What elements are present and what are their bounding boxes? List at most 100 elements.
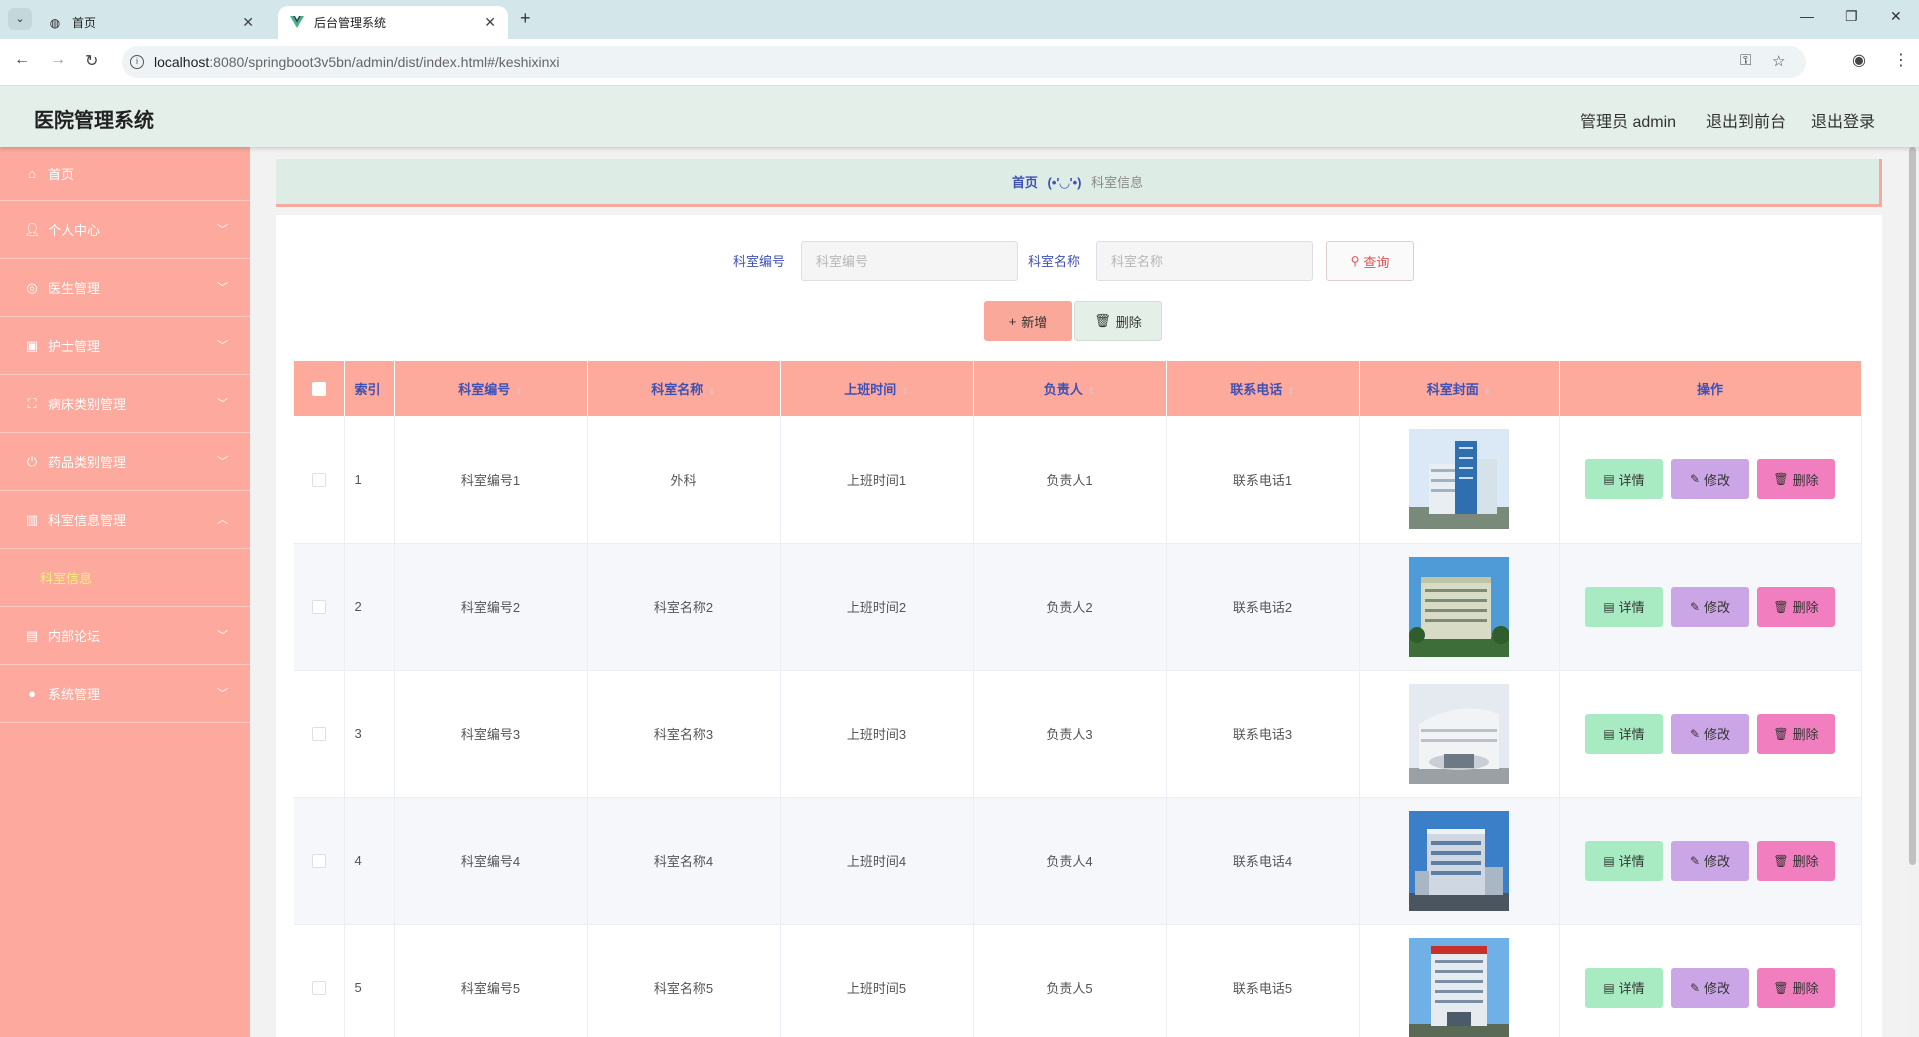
sidebar-item-home[interactable]: ⌂ 首页	[0, 147, 250, 201]
sidebar-item-bed-types[interactable]: ⛶ 病床类别管理 ﹀	[0, 375, 250, 433]
sort-icon[interactable]: ⇕	[1484, 386, 1492, 396]
delete-button[interactable]: 🗑︎ 删除	[1757, 586, 1835, 627]
home-icon: ⌂	[28, 166, 36, 181]
batch-delete-button[interactable]: 🗑︎ 删除	[1074, 301, 1162, 341]
page-scrollbar[interactable]	[1906, 147, 1919, 1037]
search-code-input[interactable]	[801, 241, 1018, 281]
row-checkbox[interactable]	[311, 727, 326, 742]
select-all-checkbox[interactable]	[311, 382, 326, 397]
address-bar[interactable]: i localhost:8080/springboot3v5bn/admin/d…	[122, 46, 1806, 78]
edit-button[interactable]: ✎ 修改	[1671, 586, 1749, 627]
close-tab-icon[interactable]: ✕	[484, 14, 496, 31]
pencil-icon: ✎	[1689, 599, 1701, 614]
bookmark-star-icon[interactable]: ☆	[1772, 52, 1785, 70]
sidebar-subitem-department-info[interactable]: 科室信息	[0, 549, 250, 607]
edit-button[interactable]: ✎ 修改	[1671, 967, 1749, 1008]
search-name-label: 科室名称	[1028, 254, 1081, 269]
password-key-icon[interactable]: ⚿	[1740, 52, 1751, 69]
breadcrumb-home[interactable]: 首页	[1012, 175, 1038, 190]
detail-button[interactable]: ▤ 详情	[1585, 459, 1663, 500]
delete-button[interactable]: 🗑︎ 删除	[1757, 459, 1835, 500]
tab-search-button[interactable]: ⌄	[8, 8, 32, 30]
back-icon[interactable]: ←	[14, 51, 30, 69]
delete-button[interactable]: 🗑︎ 删除	[1757, 713, 1835, 754]
document-icon: ▤	[1603, 599, 1615, 614]
logout-link[interactable]: 退出登录	[1811, 108, 1875, 132]
department-cover-image[interactable]	[1409, 810, 1509, 911]
search-name-input[interactable]	[1096, 241, 1313, 281]
cell-ops: ▤ 详情 ✎ 修改 🗑︎ 删除	[1559, 924, 1862, 1037]
app-header: 医院管理系统 管理员 admin 退出到前台 退出登录	[0, 86, 1919, 147]
trash-icon: 🗑︎	[1773, 726, 1789, 741]
sort-icon[interactable]: ⇕	[901, 386, 909, 396]
sidebar-item-nurses[interactable]: ▣ 护士管理 ﹀	[0, 317, 250, 375]
edit-button[interactable]: ✎ 修改	[1671, 459, 1749, 500]
row-select-cell	[294, 924, 345, 1037]
department-cover-image[interactable]	[1409, 937, 1509, 1037]
sort-icon[interactable]: ⇕	[708, 386, 716, 396]
department-cover-image[interactable]	[1409, 556, 1509, 657]
new-tab-button[interactable]: +	[520, 8, 531, 29]
scrollbar-thumb[interactable]	[1909, 147, 1916, 865]
forward-icon[interactable]: →	[50, 51, 66, 69]
column-header-head[interactable]: 负责人 ⇕	[973, 361, 1167, 416]
site-info-icon[interactable]: i	[130, 55, 144, 69]
cell-head: 负责人4	[973, 797, 1167, 925]
doctor-icon: ◎	[26, 279, 38, 295]
delete-button[interactable]: 🗑︎ 删除	[1757, 967, 1835, 1008]
edit-button[interactable]: ✎ 修改	[1671, 840, 1749, 881]
detail-button[interactable]: ▤ 详情	[1585, 586, 1663, 627]
minimize-icon[interactable]: —	[1800, 8, 1814, 24]
batch-delete-label: 删除	[1115, 314, 1142, 330]
cell-code: 科室编号2	[394, 543, 588, 671]
department-cover-image[interactable]	[1409, 683, 1509, 784]
chevron-down-icon: ﹀	[217, 282, 228, 294]
department-cover-image[interactable]	[1409, 429, 1509, 530]
sidebar-item-doctors[interactable]: ◎ 医生管理 ﹀	[0, 259, 250, 317]
chevron-up-icon: ︿	[217, 514, 228, 526]
column-header-code[interactable]: 科室编号 ⇕	[394, 361, 588, 416]
sidebar-item-profile[interactable]: 👤︎ 个人中心 ﹀	[0, 201, 250, 259]
column-header-phone[interactable]: 联系电话 ⇕	[1166, 361, 1360, 416]
restore-icon[interactable]: ❐	[1845, 8, 1858, 25]
column-header-name[interactable]: 科室名称 ⇕	[587, 361, 781, 416]
cell-phone: 联系电话2	[1166, 543, 1360, 671]
edit-button[interactable]: ✎ 修改	[1671, 713, 1749, 754]
detail-button[interactable]: ▤ 详情	[1585, 713, 1663, 754]
sidebar-item-drug-types[interactable]: ⏻ 药品类别管理 ﹀	[0, 433, 250, 491]
sort-icon[interactable]: ⇕	[1088, 386, 1096, 396]
reload-icon[interactable]: ↻	[85, 51, 98, 71]
cell-cover	[1359, 797, 1560, 925]
row-checkbox[interactable]	[311, 981, 326, 996]
sort-icon[interactable]: ⇕	[1287, 386, 1295, 396]
column-header-cover[interactable]: 科室封面 ⇕	[1359, 361, 1560, 416]
row-checkbox[interactable]	[311, 600, 326, 615]
row-checkbox[interactable]	[311, 854, 326, 869]
search-icon: ⚲	[1350, 254, 1360, 268]
add-button[interactable]: + 新增	[984, 301, 1072, 341]
browser-tab-admin[interactable]: 后台管理系统 ✕	[278, 6, 508, 39]
close-tab-icon[interactable]: ✕	[242, 14, 254, 31]
sidebar-item-forum[interactable]: ▤ 内部论坛 ﹀	[0, 607, 250, 665]
sidebar: ⌂ 首页 👤︎ 个人中心 ﹀ ◎ 医生管理 ﹀ ▣ 护士管理 ﹀ ⛶ 病床类别管…	[0, 147, 250, 1037]
plus-icon: +	[1008, 313, 1017, 329]
menu-kebab-icon[interactable]: ⋮	[1893, 50, 1909, 70]
clipboard-icon: ▣	[25, 337, 39, 353]
column-header-index: 索引	[344, 361, 395, 416]
exit-to-front-link[interactable]: 退出到前台	[1706, 108, 1786, 132]
sort-icon[interactable]: ⇕	[515, 386, 523, 396]
cell-code: 科室编号4	[394, 797, 588, 925]
close-window-icon[interactable]: ✕	[1890, 8, 1902, 25]
browser-toolbar: ← → ↻ i localhost:8080/springboot3v5bn/a…	[0, 39, 1919, 86]
column-header-time[interactable]: 上班时间 ⇕	[780, 361, 974, 416]
sidebar-item-system[interactable]: ● 系统管理 ﹀	[0, 665, 250, 723]
detail-button[interactable]: ▤ 详情	[1585, 967, 1663, 1008]
delete-button[interactable]: 🗑︎ 删除	[1757, 840, 1835, 881]
profile-icon[interactable]: ◉	[1852, 50, 1866, 70]
detail-button[interactable]: ▤ 详情	[1585, 840, 1663, 881]
row-checkbox[interactable]	[311, 473, 326, 488]
sidebar-item-departments[interactable]: ▥ 科室信息管理 ︿	[0, 491, 250, 549]
search-button[interactable]: ⚲ 查询	[1326, 241, 1414, 281]
browser-tab-home[interactable]: ◍ 首页 ✕	[36, 6, 266, 39]
cell-name: 外科	[587, 416, 781, 544]
